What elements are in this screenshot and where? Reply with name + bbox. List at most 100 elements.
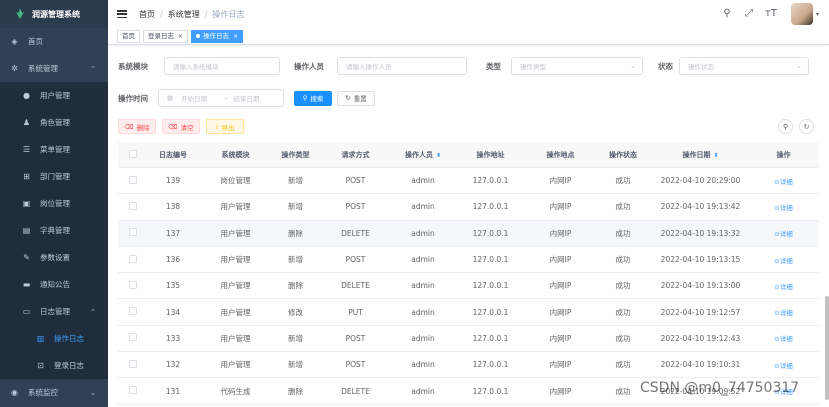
sidebar-item[interactable]: ▥ 操作日志 bbox=[0, 325, 108, 352]
logininfor-icon: ⊡ bbox=[37, 361, 44, 370]
fullscreen-icon[interactable]: ⤢ bbox=[743, 8, 755, 20]
sidebar-item[interactable]: ● 用户管理 bbox=[0, 82, 108, 109]
tag-operation-log[interactable]: 操作日志 × bbox=[191, 29, 244, 43]
sidebar-item[interactable]: ▭ 日志管理 ⌃ bbox=[0, 298, 108, 325]
column-header: 系统模块 bbox=[198, 150, 273, 160]
table-row[interactable]: 136 用户管理 新增 POST admin 127.0.0.1 内网IP 成功 2022-04… bbox=[118, 247, 819, 274]
right-toolbar: ⚲ ↻ bbox=[778, 119, 814, 134]
table-row[interactable]: 135 用户管理 删除 DELETE admin 127.0.0.1 内网IP 成功 2022-… bbox=[118, 273, 819, 300]
table-row[interactable]: 133 用户管理 新增 POST admin 127.0.0.1 内网IP 成功 2022-04… bbox=[118, 326, 819, 353]
detail-button[interactable]: ⊙详细 bbox=[774, 257, 792, 265]
table-cell: 成功 bbox=[615, 176, 631, 186]
logo[interactable]: 润源管理系统 bbox=[0, 0, 108, 28]
status-select[interactable]: 操作状态 ⌄ bbox=[679, 57, 809, 75]
table-cell: 127.0.0.1 bbox=[472, 307, 509, 317]
type-select[interactable]: 操作类型 ⌄ bbox=[511, 57, 643, 75]
row-checkbox[interactable] bbox=[118, 333, 148, 343]
export-button[interactable]: ⤓ 导出 bbox=[206, 119, 244, 134]
detail-button-label: 详细 bbox=[779, 203, 793, 212]
row-checkbox[interactable] bbox=[118, 175, 148, 186]
toggle-search-icon[interactable]: ⚲ bbox=[778, 119, 793, 134]
column-header[interactable]: 操作日期 ⬍ bbox=[653, 150, 748, 160]
detail-button[interactable]: ⊙详细 bbox=[774, 283, 792, 291]
size-icon[interactable]: тT bbox=[765, 8, 777, 20]
log-icon: ▭ bbox=[22, 307, 31, 316]
sidebar-item-label: 部门管理 bbox=[40, 172, 70, 181]
sidebar-item[interactable]: ♟ 角色管理 bbox=[0, 109, 108, 136]
breadcrumb-home[interactable]: 首页 bbox=[139, 9, 155, 20]
peoples-icon: ♟ bbox=[22, 118, 31, 127]
row-checkbox[interactable] bbox=[118, 307, 148, 317]
row-checkbox[interactable] bbox=[118, 280, 148, 291]
row-checkbox[interactable] bbox=[118, 386, 148, 396]
table-cell: 删除 bbox=[288, 386, 303, 396]
sidebar-item[interactable]: ⊞ 部门管理 bbox=[0, 163, 108, 190]
scrollbar[interactable] bbox=[825, 46, 829, 403]
tag-home[interactable]: 首页 bbox=[117, 29, 140, 43]
row-checkbox[interactable] bbox=[118, 201, 148, 212]
delete-button[interactable]: ⌫ 删除 bbox=[118, 119, 156, 134]
sidebar-item[interactable]: ▤ 字典管理 bbox=[0, 217, 108, 244]
search-icon[interactable]: ⚲ bbox=[721, 8, 733, 20]
sidebar-item[interactable]: ✎ 参数设置 bbox=[0, 244, 108, 271]
hamburger-icon[interactable] bbox=[117, 9, 127, 19]
row-checkbox[interactable] bbox=[118, 228, 148, 238]
table-cell: PUT bbox=[348, 307, 363, 317]
sidebar-item[interactable]: ◈ 首页 bbox=[0, 28, 108, 55]
column-header: 操作类型 bbox=[273, 150, 318, 160]
detail-button-label: 详细 bbox=[779, 256, 793, 265]
main-content: 系统模块 请输入系统模块 操作人员 请输入操作人员 类型 操作类型 ⌄ 状态 操作… bbox=[108, 46, 829, 407]
table-cell: 内网IP bbox=[549, 333, 572, 343]
sidebar-item[interactable]: ☰ 菜单管理 bbox=[0, 136, 108, 163]
table-row[interactable]: 134 用户管理 修改 PUT admin 127.0.0.1 内网IP 成功 2022-04-… bbox=[118, 299, 819, 326]
table-cell: admin bbox=[411, 255, 435, 265]
refresh-icon[interactable]: ↻ bbox=[799, 119, 814, 134]
detail-button-label: 详细 bbox=[779, 230, 793, 239]
action-cell: ⊙详细 bbox=[748, 307, 819, 317]
detail-button[interactable]: ⊙详细 bbox=[774, 178, 792, 186]
column-header-label: 操作状态 bbox=[609, 150, 637, 159]
search-button[interactable]: ⚲ 搜索 bbox=[294, 90, 332, 106]
navbar: 首页 / 系统管理 / 操作日志 ⚲ ⤢ тT ▾ bbox=[108, 0, 829, 28]
detail-button[interactable]: ⊙详细 bbox=[774, 362, 792, 370]
table-row[interactable]: 139 岗位管理 新增 POST admin 127.0.0.1 内网IP 成功 2022-04… bbox=[118, 168, 819, 195]
sort-icon[interactable]: ⬍ bbox=[713, 152, 718, 159]
module-input[interactable]: 请输入系统模块 bbox=[164, 57, 280, 75]
tag-login-log[interactable]: 登录日志 × bbox=[143, 29, 189, 43]
close-icon[interactable]: × bbox=[178, 31, 183, 42]
detail-button[interactable]: ⊙详细 bbox=[774, 309, 792, 317]
sidebar-item[interactable]: ◉ 系统监控 ⌄ bbox=[0, 379, 108, 406]
sidebar-item[interactable]: ▬ 通知公告 bbox=[0, 271, 108, 298]
sidebar-item[interactable]: ✲ 系统管理 ⌃ bbox=[0, 55, 108, 82]
operator-input[interactable]: 请输入操作人员 bbox=[337, 57, 467, 75]
table-cell: 2022-04-10 20:29:00 bbox=[660, 176, 741, 186]
table-cell: admin bbox=[411, 176, 435, 186]
avatar[interactable] bbox=[790, 3, 813, 25]
sort-icon[interactable]: ⬍ bbox=[436, 152, 441, 159]
row-checkbox[interactable] bbox=[118, 254, 148, 265]
select-all-checkbox[interactable] bbox=[118, 149, 148, 160]
navbar-right: ⚲ ⤢ тT ▾ bbox=[721, 3, 819, 25]
column-header-label: 日志编号 bbox=[159, 150, 187, 159]
scrollbar-thumb[interactable] bbox=[825, 296, 829, 400]
detail-button[interactable]: ⊙详细 bbox=[774, 204, 792, 212]
row-checkbox[interactable] bbox=[118, 359, 148, 370]
table-row[interactable]: 137 用户管理 删除 DELETE admin 127.0.0.1 内网IP 成功 2022-… bbox=[118, 220, 819, 247]
reset-button[interactable]: ↻ 重置 bbox=[337, 90, 375, 106]
sidebar-item-label: 通知公告 bbox=[40, 280, 70, 289]
date-range-picker[interactable]: ▦ 开始日期 - 结束日期 bbox=[158, 89, 284, 107]
detail-button-label: 详细 bbox=[779, 177, 793, 186]
detail-button[interactable]: ⊙详细 bbox=[774, 230, 792, 238]
detail-button[interactable]: ⊙详细 bbox=[774, 335, 792, 343]
close-icon[interactable]: × bbox=[233, 31, 238, 42]
column-header: 操作地址 bbox=[453, 150, 528, 160]
sidebar-item[interactable]: ⊡ 登录日志 bbox=[0, 352, 108, 379]
clean-button[interactable]: ⌫ 清空 bbox=[162, 119, 200, 134]
chevron-down-icon[interactable]: ▾ bbox=[816, 11, 819, 18]
table-row[interactable]: 138 用户管理 新增 POST admin 127.0.0.1 内网IP 成功 2022-04… bbox=[118, 194, 819, 221]
table-cell: 成功 bbox=[615, 228, 631, 238]
sidebar-item[interactable]: ▣ 岗位管理 bbox=[0, 190, 108, 217]
checkbox-icon bbox=[129, 254, 137, 263]
table-row[interactable]: 132 用户管理 新增 POST admin 127.0.0.1 内网IP 成功 2022-04… bbox=[118, 352, 819, 379]
column-header[interactable]: 操作人员 ⬍ bbox=[393, 150, 453, 160]
